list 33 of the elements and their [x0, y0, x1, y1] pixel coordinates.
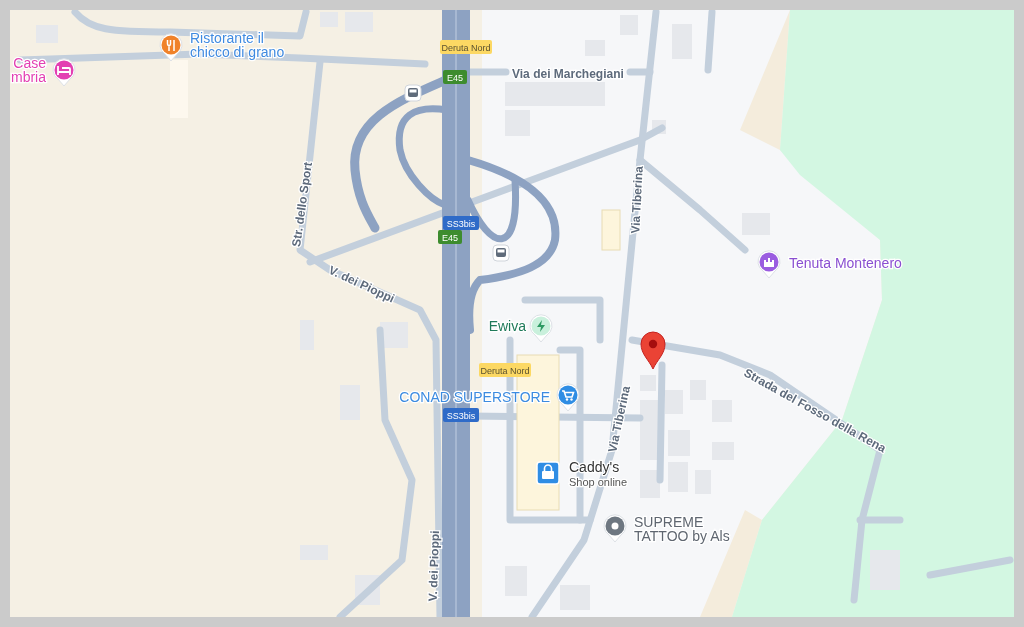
castle-icon[interactable]	[757, 250, 781, 279]
bus-icon[interactable]	[404, 84, 422, 102]
street-name: V. dei Pioppi	[425, 530, 443, 602]
bed-icon[interactable]	[52, 58, 76, 87]
place-name: Ristorante il chicco di grano	[190, 30, 285, 60]
route-shield: E45	[443, 70, 467, 84]
road	[704, 10, 716, 74]
place-name: Tenuta Montenero	[789, 255, 902, 271]
bus-icon[interactable]	[492, 244, 510, 262]
building	[170, 60, 188, 118]
building	[665, 390, 683, 414]
place-name: SUPREME TATTOO by Als	[634, 514, 730, 544]
street-name: Via Tiberina	[628, 165, 646, 234]
building	[560, 585, 590, 610]
place-name: Ewiva	[488, 318, 526, 334]
street-name: Via dei Marchegiani	[512, 67, 624, 81]
exit-label: Deruta Nord	[479, 363, 531, 377]
place-marker-icon[interactable]	[603, 514, 627, 543]
route-shield: SS3bis	[443, 216, 479, 230]
building	[601, 209, 621, 251]
exit-label: Deruta Nord	[440, 40, 492, 54]
lightning-icon[interactable]	[529, 314, 553, 343]
fork-knife-icon[interactable]	[159, 33, 183, 62]
place-name: Case mbria	[11, 55, 46, 85]
route-shield: E45	[438, 230, 462, 244]
route-shield: SS3bis	[443, 408, 479, 422]
building	[640, 470, 660, 498]
shopping-bag-icon[interactable]	[536, 461, 560, 485]
cart-icon[interactable]	[556, 383, 580, 412]
street-name: Str. dello Sport	[289, 161, 315, 248]
building	[640, 400, 658, 460]
street-name: Via Tiberina	[605, 384, 633, 454]
location-pin-icon[interactable]	[640, 331, 666, 370]
